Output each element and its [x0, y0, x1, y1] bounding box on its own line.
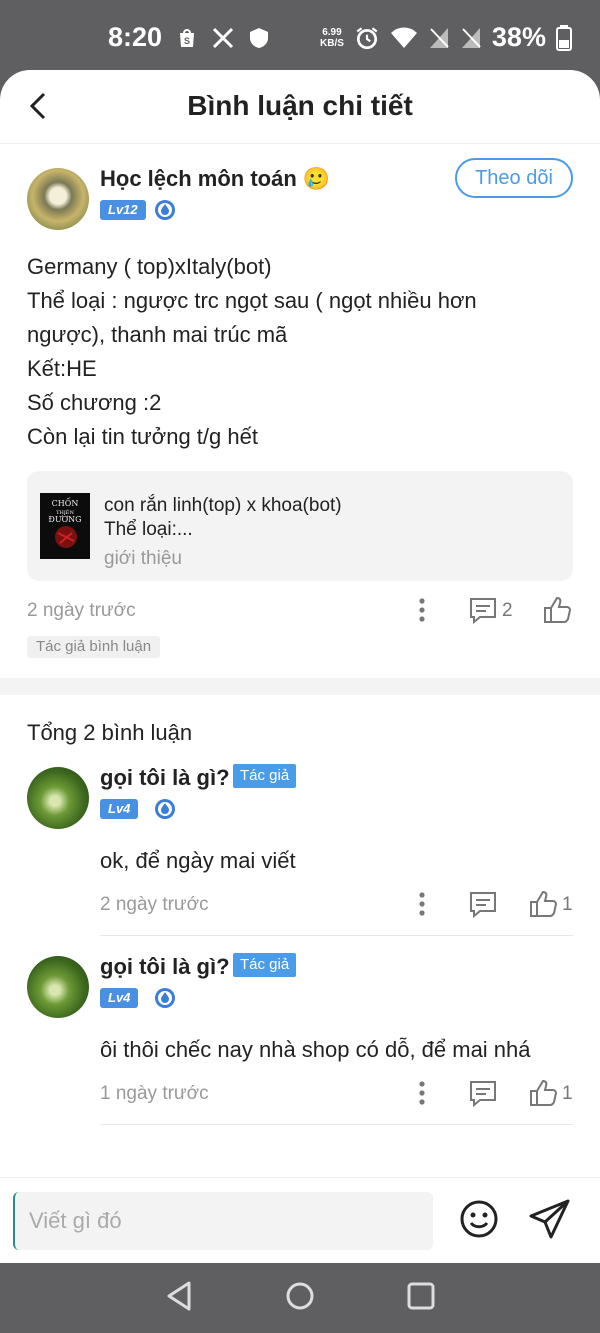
send-icon[interactable]: [528, 1198, 572, 1240]
post-line: ngược), thanh mai trúc mã: [27, 322, 288, 347]
recents-square-icon[interactable]: [404, 1279, 438, 1313]
author-tag: Tác giả: [233, 764, 297, 788]
water-drop-badge-icon: [155, 988, 175, 1008]
level-badge: Lv12: [100, 200, 146, 220]
post-line: Còn lại tin tưởng t/g hết: [27, 424, 258, 449]
shop-bag-icon: S: [180, 29, 194, 47]
comment-input-bar: Viết gì đó: [0, 1177, 600, 1263]
post-line: Germany ( top)xItaly(bot): [27, 254, 272, 279]
svg-text:ĐƯỜNG: ĐƯỜNG: [48, 515, 81, 524]
svg-text:S: S: [184, 36, 190, 46]
like-count: 1: [562, 894, 573, 915]
shield-icon: [250, 28, 268, 48]
clock: 8:20: [108, 22, 163, 52]
home-circle-icon[interactable]: [283, 1279, 317, 1313]
system-nav-bar: [0, 1263, 600, 1333]
book-cover: CHỐN THIÊN ĐƯỜNG: [40, 493, 90, 559]
header: Bình luận chi tiết: [0, 70, 600, 144]
post-time: 2 ngày trước: [27, 600, 136, 621]
reply-author-name[interactable]: gọi tôi là gì?: [100, 765, 230, 791]
level-badge: Lv4: [100, 799, 139, 819]
more-options-icon[interactable]: [418, 891, 426, 917]
page-title: Bình luận chi tiết: [187, 90, 413, 121]
x-app-icon: [212, 27, 234, 49]
avatar[interactable]: [27, 168, 89, 230]
like-thumb-icon[interactable]: [528, 889, 558, 919]
network-speed: 6.99 KB/S: [320, 26, 344, 49]
like-count: 1: [562, 1083, 573, 1104]
like-thumb-icon[interactable]: [542, 595, 572, 625]
reply-text: ok, để ngày mai viết: [100, 848, 296, 873]
follow-button[interactable]: Theo dõi: [455, 158, 573, 198]
reply-author-name[interactable]: gọi tôi là gì?: [100, 954, 230, 980]
alarm-icon: [356, 26, 378, 49]
post-line: Thể loại : ngược trc ngọt sau ( ngọt nhi…: [27, 288, 477, 313]
no-signal-icon-2: [461, 27, 481, 48]
book-card[interactable]: CHỐN THIÊN ĐƯỜNG con rắn linh(top) x kho…: [27, 471, 573, 581]
author-comment-tag: Tác giả bình luận: [27, 636, 161, 658]
status-bar: 8:20 S 6.99 KB/S 38%: [0, 0, 600, 78]
comment-detail-sheet: Bình luận chi tiết Học lệch môn toán 🥲 L…: [0, 70, 600, 1263]
battery-level: 38%: [491, 22, 546, 52]
svg-text:CHỐN: CHỐN: [52, 498, 79, 508]
comment-icon[interactable]: [468, 889, 498, 919]
book-title: con rắn linh(top) x khoa(bot): [104, 495, 342, 516]
wifi-icon: [390, 26, 417, 48]
more-options-icon[interactable]: [418, 1080, 426, 1106]
author-name[interactable]: Học lệch môn toán 🥲: [100, 166, 330, 192]
reply-time: 1 ngày trước: [100, 1083, 209, 1104]
level-badge: Lv4: [100, 988, 139, 1008]
no-signal-icon: [429, 27, 449, 48]
comment-icon[interactable]: [468, 595, 498, 625]
emoji-icon[interactable]: [458, 1198, 500, 1240]
book-genre: Thể loại:...: [104, 519, 193, 540]
reply-divider: [100, 1124, 573, 1125]
comment-count: 2: [502, 600, 513, 621]
reply-text: ôi thôi chếc nay nhà shop có dỗ, để mai …: [100, 1037, 531, 1062]
post-body: Germany ( top)xItaly(bot) Thể loại : ngư…: [27, 250, 575, 454]
avatar[interactable]: [27, 767, 89, 829]
more-options-icon[interactable]: [418, 597, 426, 623]
cover-art: CHỐN THIÊN ĐƯỜNG: [40, 493, 90, 559]
like-thumb-icon[interactable]: [528, 1078, 558, 1108]
section-divider: [0, 678, 600, 695]
avatar[interactable]: [27, 956, 89, 1018]
water-drop-badge-icon: [155, 200, 175, 220]
total-comments: Tổng 2 bình luận: [27, 720, 193, 745]
comment-icon[interactable]: [468, 1078, 498, 1108]
water-drop-badge-icon: [155, 799, 175, 819]
battery-icon: [555, 24, 572, 51]
reply-divider: [100, 935, 573, 936]
post-line: Số chương :2: [27, 390, 162, 415]
book-intro-label: giới thiệu: [104, 548, 182, 569]
comment-input[interactable]: Viết gì đó: [13, 1192, 433, 1250]
reply-time: 2 ngày trước: [100, 894, 209, 915]
post-line: Kết:HE: [27, 356, 97, 381]
back-triangle-icon[interactable]: [163, 1279, 197, 1313]
author-tag: Tác giả: [233, 953, 297, 977]
